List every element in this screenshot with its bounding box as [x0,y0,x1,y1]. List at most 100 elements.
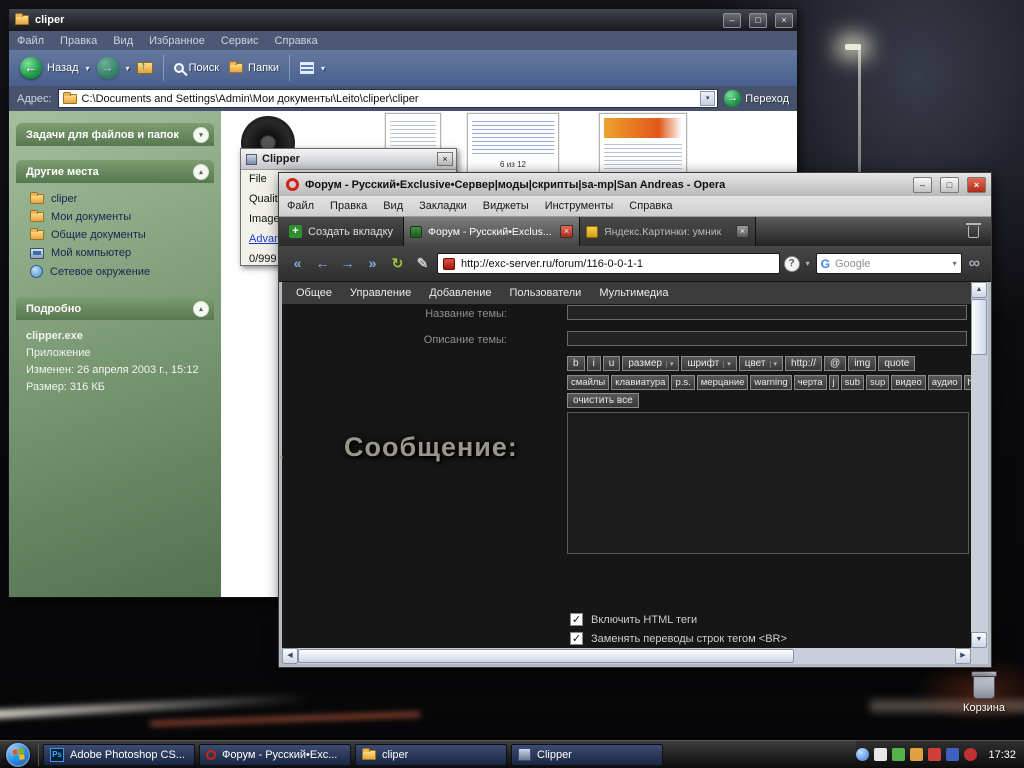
strike-button[interactable]: черта [793,375,827,390]
topic-desc-input[interactable] [567,331,967,346]
tray-icon[interactable] [892,748,906,761]
back-button[interactable]: ← Назад [15,53,84,83]
search-button[interactable]: Поиск [169,53,224,83]
taskbar-item-clipper[interactable]: Clipper [511,743,663,766]
color-dropdown[interactable]: цвет [738,356,784,371]
tab-yandex-images[interactable]: Яндекс.Картинки: умник × [580,217,757,246]
menu-item-edit[interactable]: Правка [52,35,105,47]
menu-item-bookmarks[interactable]: Закладки [411,200,475,212]
search-dropdown-icon[interactable]: ▾ [953,259,957,268]
sub-button[interactable]: sub [840,375,864,390]
forum-nav-add[interactable]: Добавление [420,287,500,299]
horizontal-scrollbar[interactable]: ◀ ▶ [282,648,971,664]
blink-button[interactable]: мерцание [696,375,749,390]
reload-button[interactable]: ↻ [387,253,408,274]
address-dropdown-icon[interactable]: ▾ [804,259,812,268]
sidebar-section-places[interactable]: Другие места ▴ [16,160,214,183]
start-button[interactable] [6,742,30,767]
menu-item-favorites[interactable]: Избранное [141,35,213,47]
maximize-button[interactable]: □ [749,12,767,28]
tray-icon[interactable] [964,748,978,761]
menu-item-help[interactable]: Справка [621,200,680,212]
tray-icon[interactable] [856,748,870,761]
sup-button[interactable]: sup [866,375,890,390]
menu-item-view[interactable]: Вид [375,200,411,212]
tray-icon[interactable] [874,748,888,761]
trash-icon[interactable] [963,222,983,241]
email-button[interactable]: @ [824,356,847,371]
taskbar-item-cliper-folder[interactable]: cliper [355,743,507,766]
find-icon[interactable]: ∞ [966,255,983,273]
clear-all-button[interactable]: очистить все [567,393,639,408]
quote-button[interactable]: quote [878,356,916,371]
panel-toggle-icon[interactable]: ▸ [280,448,287,468]
forward-dropdown-icon[interactable]: ▾ [124,64,132,73]
font-dropdown[interactable]: шрифт [681,356,737,371]
chevron-up-icon[interactable]: ▴ [193,300,209,317]
video-button[interactable]: видео [891,375,926,390]
taskbar-item-opera[interactable]: Форум - Русский•Exc... [199,743,351,766]
ps-button[interactable]: p.s. [671,375,695,390]
address-dropdown-icon[interactable]: ▾ [700,91,716,106]
up-button[interactable] [132,53,158,83]
hr-button[interactable]: hr [963,375,971,390]
checkbox-checked[interactable]: ✓ [570,632,583,645]
keyboard-button[interactable]: клавиатура [611,375,670,390]
topic-title-input[interactable] [567,305,967,320]
img-button[interactable]: img [848,356,877,371]
scrollbar-thumb[interactable] [298,649,795,663]
fast-forward-button[interactable]: » [362,253,383,274]
taskbar-item-photoshop[interactable]: Adobe Photoshop CS... [43,743,195,766]
sidebar-item-my-documents[interactable]: Мои документы [18,208,212,226]
smilies-button[interactable]: смайлы [567,375,610,390]
close-tab-icon[interactable]: × [560,225,574,238]
forum-nav-general[interactable]: Общее [287,287,341,299]
menu-item-edit[interactable]: Правка [322,200,375,212]
underline-button[interactable]: u [602,356,621,371]
menu-item-view[interactable]: Вид [105,35,141,47]
opera-titlebar[interactable]: Форум - Русский•Exclusive•Сервер|моды|ск… [279,173,991,196]
forum-nav-users[interactable]: Пользователи [501,287,591,299]
scroll-down-icon[interactable]: ▼ [971,632,987,648]
checkbox-checked[interactable]: ✓ [570,613,583,626]
folders-button[interactable]: Папки [224,53,284,83]
explorer-titlebar[interactable]: cliper – □ × [9,9,797,31]
j-button[interactable]: j [828,375,839,390]
sidebar-item-shared-documents[interactable]: Общие документы [18,226,212,244]
forum-nav-management[interactable]: Управление [341,287,420,299]
chevron-up-icon[interactable]: ▴ [193,163,209,180]
recycle-bin[interactable]: Корзина [938,671,1024,714]
back-button[interactable]: ← [312,253,333,274]
vertical-scrollbar[interactable]: ▲ ▼ [971,282,988,648]
minimize-button[interactable]: – [723,12,741,28]
link-button[interactable]: http:// [785,356,823,371]
compose-button[interactable]: ✎ [412,253,433,274]
close-button[interactable]: × [437,152,453,166]
dialog-titlebar[interactable]: Clipper × [241,149,456,170]
address-input[interactable]: C:\Documents and Settings\Admin\Мои доку… [57,89,719,108]
file-thumbnail[interactable]: 6 из 12 [467,113,559,175]
scroll-up-icon[interactable]: ▲ [971,282,987,298]
views-button[interactable]: ▾ [295,53,332,83]
search-input[interactable]: G Google ▾ [815,253,962,274]
minimize-button[interactable]: – [913,176,932,193]
tray-icon[interactable] [946,748,960,761]
forward-button[interactable]: → [337,253,358,274]
scroll-right-icon[interactable]: ▶ [955,648,971,664]
close-button[interactable]: × [775,12,793,28]
close-button[interactable]: × [967,176,986,193]
file-thumbnail[interactable] [599,113,687,175]
scroll-left-icon[interactable]: ◀ [282,648,298,664]
bold-button[interactable]: b [567,356,585,371]
menu-item-tools[interactable]: Сервис [213,35,267,47]
forward-button[interactable]: → [92,53,124,83]
scrollbar-thumb[interactable] [971,299,987,355]
tray-icon[interactable] [928,748,942,761]
size-dropdown[interactable]: размер [622,356,680,371]
tray-icon[interactable] [910,748,924,761]
sidebar-item-my-computer[interactable]: Мой компьютер [18,244,212,262]
audio-button[interactable]: аудио [927,375,962,390]
sidebar-item-network[interactable]: Сетевое окружение [18,262,212,281]
forum-nav-multimedia[interactable]: Мультимедиа [590,287,677,299]
rewind-button[interactable]: « [287,253,308,274]
